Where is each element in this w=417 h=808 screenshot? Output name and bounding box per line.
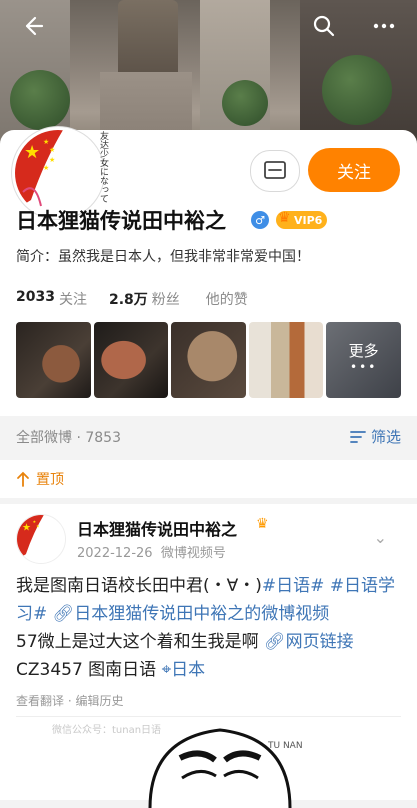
svg-text:★: ★ <box>24 142 40 163</box>
filter-label: 筛选 <box>370 428 401 446</box>
photo-thumbnail[interactable] <box>93 322 169 398</box>
post-text: 我是图南日语校长田中君(・∀・)#日语# #日语学习# 🔗︎日本狸猫传说田中裕之… <box>16 572 406 684</box>
video-link[interactable]: 日本狸猫传说田中裕之的微博视频 <box>74 604 329 624</box>
pin-arrow-icon <box>17 471 29 487</box>
more-dots-icon: ••• <box>350 360 378 374</box>
post-actions: 查看翻译 · 编辑历史 <box>16 694 124 708</box>
more-photos-label: 更多 <box>348 342 379 360</box>
feed-header: 全部微博 · 7853 筛选 <box>0 416 417 458</box>
search-icon[interactable] <box>306 8 342 44</box>
post-text-part: CZ3457 图南日语 <box>16 660 157 680</box>
crown-icon: ♛ <box>278 210 291 226</box>
web-link[interactable]: 网页链接 <box>286 632 354 652</box>
follow-button[interactable]: 关注 <box>308 148 400 192</box>
location-link[interactable]: 日本 <box>171 660 205 680</box>
photo-strip: 更多 ••• <box>16 322 401 398</box>
profile-bio: 简介：虽然我是日本人，但我非常非常爱中国！ <box>16 249 310 265</box>
post-text-part: 57微上是过大这个着和生我是啊 <box>16 632 259 652</box>
location-pin-icon: ⌖ <box>161 660 172 680</box>
vip-badge[interactable]: ♛ VIP6 <box>276 210 328 229</box>
pinned-bar: 置顶 <box>0 460 417 498</box>
link-icon: 🔗︎ <box>52 604 75 624</box>
post-author-name[interactable]: 日本狸猫传说田中裕之 <box>77 516 237 540</box>
filter-button[interactable]: 筛选 <box>349 426 401 447</box>
svg-text:★: ★ <box>43 138 49 146</box>
weibo-post: ★ ★ ★ 日本狸猫传说田中裕之 ♛ 2022-12-26 微博视频号 ⌄ 我是… <box>0 504 417 808</box>
likes-label[interactable]: 他的赞 <box>206 289 248 309</box>
svg-text:★: ★ <box>22 523 31 534</box>
following-label[interactable]: 关注 <box>59 289 87 309</box>
verified-icon: ♂ <box>251 211 269 229</box>
all-weibo-count[interactable]: 全部微博 · 7853 <box>16 427 121 447</box>
profile-name: 日本狸猫传说田中裕之 <box>16 209 226 233</box>
filter-icon <box>350 430 366 443</box>
logo-text: TU NAN <box>267 741 303 751</box>
mail-icon <box>264 161 286 179</box>
followers-label[interactable]: 粉丝 <box>152 289 180 309</box>
back-arrow-icon[interactable] <box>14 8 50 44</box>
svg-text:★: ★ <box>49 146 55 154</box>
translate-link[interactable]: 查看翻译 <box>16 694 64 708</box>
post-source[interactable]: 微博视频号 <box>161 546 226 561</box>
post-text-part: 我是图南日语校长田中君(・∀・) <box>16 576 262 596</box>
edit-history-link[interactable]: 编辑历史 <box>75 694 123 708</box>
divider <box>16 716 401 717</box>
followers-count[interactable]: 2.8万 <box>109 289 148 309</box>
svg-text:★: ★ <box>43 164 49 172</box>
photo-thumbnail[interactable] <box>171 322 246 398</box>
following-count[interactable]: 2033 <box>16 289 55 309</box>
post-image-preview[interactable]: TU NAN <box>120 718 320 808</box>
svg-text:★: ★ <box>36 523 40 528</box>
vip-label: VIP6 <box>294 213 323 227</box>
avatar-caption: 友达少女になって <box>98 131 108 203</box>
vip-crown-icon: ♛ <box>256 516 269 532</box>
post-date: 2022-12-26 <box>77 546 153 561</box>
message-button[interactable] <box>250 150 300 192</box>
profile-stats: 2033 关注 2.8万 粉丝 他的赞 <box>16 289 270 309</box>
link-icon: 🔗︎ <box>264 632 286 652</box>
post-meta: 2022-12-26 微博视频号 <box>77 542 226 561</box>
more-photos-button[interactable]: 更多 ••• <box>326 322 401 398</box>
pinned-label: 置顶 <box>36 472 64 488</box>
photo-thumbnail[interactable] <box>248 322 324 398</box>
photo-thumbnail[interactable] <box>16 322 91 398</box>
chevron-down-icon[interactable]: ⌄ <box>374 528 387 547</box>
hashtag-link[interactable]: #日语# <box>262 576 325 596</box>
more-dots-icon[interactable] <box>366 8 402 44</box>
svg-text:★: ★ <box>49 156 55 164</box>
post-author-avatar[interactable]: ★ ★ ★ <box>16 514 66 564</box>
